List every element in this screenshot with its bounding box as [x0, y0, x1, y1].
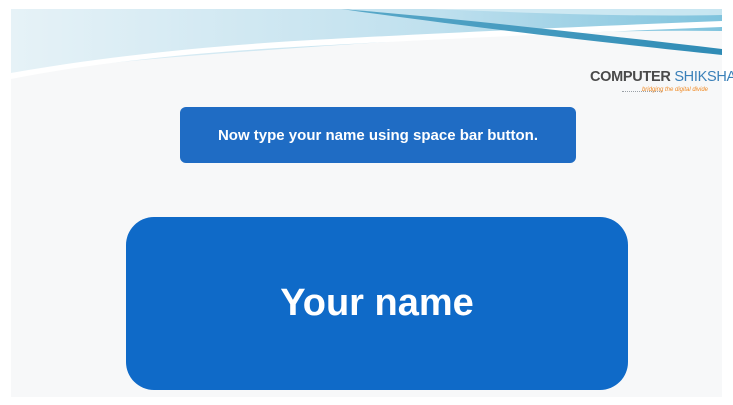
logo-text-shiksha: SHIKSHA: [674, 69, 733, 85]
instruction-banner: Now type your name using space bar butto…: [180, 107, 576, 163]
logo-text-computer: COMPUTER: [590, 69, 671, 85]
logo-tagline: bridging the digital divide: [641, 87, 708, 93]
your-name-box[interactable]: Your name: [126, 217, 628, 390]
your-name-text: Your name: [280, 282, 474, 324]
computer-shiksha-logo: COMPUTER SHIKSHA bridging the digital di…: [582, 65, 733, 101]
slide-frame: COMPUTER SHIKSHA bridging the digital di…: [11, 9, 733, 397]
instruction-text: Now type your name using space bar butto…: [217, 126, 539, 144]
slide: COMPUTER SHIKSHA bridging the digital di…: [0, 0, 733, 405]
